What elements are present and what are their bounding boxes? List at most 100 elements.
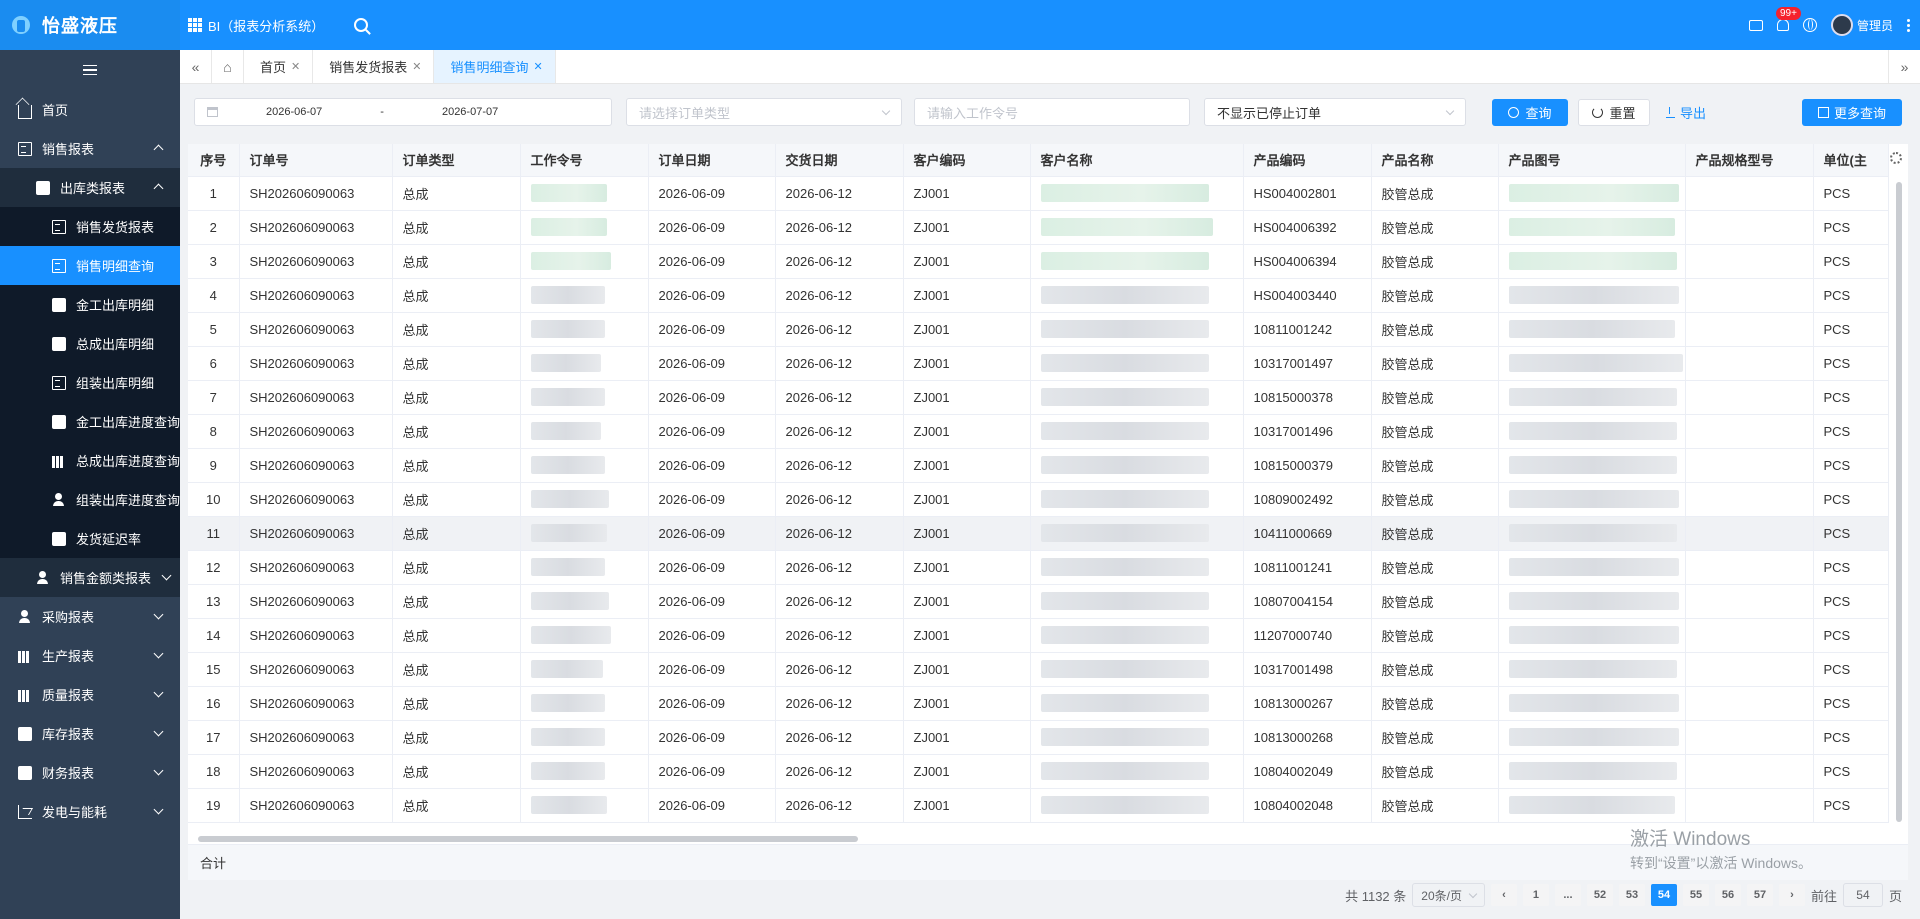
sidebar-item-sales-amount[interactable]: 销售金额类报表 <box>0 558 180 597</box>
vertical-scrollbar[interactable] <box>1896 182 1902 822</box>
table-row[interactable]: 19 SH202606090063 总成 2026-06-09 2026-06-12 ZJ… <box>188 788 1889 823</box>
table-row[interactable]: 8 SH202606090063 总成 2026-06-09 2026-06-12 ZJ0… <box>188 414 1889 449</box>
table-row[interactable]: 15 SH202606090063 总成 2026-06-09 2026-06-12 ZJ… <box>188 652 1889 687</box>
sidebar-item-metalwork-progress[interactable]: 金工出库进度查询 <box>0 402 180 441</box>
horizontal-scrollbar[interactable] <box>198 836 858 842</box>
search-icon[interactable] <box>354 18 369 32</box>
sidebar-item-home[interactable]: 首页 <box>0 90 180 129</box>
redacted-block <box>1040 320 1209 338</box>
bell-icon[interactable]: 99+ <box>1775 7 1801 31</box>
table-row[interactable]: 5 SH202606090063 总成 2026-06-09 2026-06-12 ZJ0… <box>188 312 1889 347</box>
sidebar-item-assembly-outbound[interactable]: 总成出库明细 <box>0 324 180 363</box>
page-button[interactable]: 57 <box>1746 884 1773 906</box>
column-header[interactable]: 产品编码 <box>1243 144 1372 177</box>
column-header[interactable]: 订单类型 <box>392 144 521 177</box>
table-row[interactable]: 17 SH202606090063 总成 2026-06-09 2026-06-12 ZJ… <box>188 720 1889 755</box>
column-header[interactable]: 单位(主 <box>1813 144 1889 177</box>
sidebar-collapse-button[interactable] <box>0 50 180 90</box>
sidebar-item-sales-reports[interactable]: 销售报表 <box>0 129 180 168</box>
column-header[interactable]: 产品名称 <box>1371 144 1499 177</box>
close-icon[interactable]: ✕ <box>412 60 421 73</box>
sidebar-item-sales-detail[interactable]: 销售明细查询 <box>0 246 180 285</box>
sidebar-item-build-outbound[interactable]: 组装出库明细 <box>0 363 180 402</box>
sidebar-item-assembly-progress[interactable]: 总成出库进度查询 <box>0 441 180 480</box>
column-header[interactable]: 产品规格型号 <box>1685 144 1814 177</box>
date-start[interactable]: 2026-06-07 <box>266 106 322 118</box>
reset-button[interactable]: 重置 <box>1578 99 1650 126</box>
product-drawing-redacted <box>1498 788 1686 823</box>
close-icon[interactable]: ✕ <box>533 60 542 73</box>
query-button[interactable]: 查询 <box>1492 99 1568 126</box>
page-button[interactable]: 55 <box>1682 884 1709 906</box>
table-row[interactable]: 7 SH202606090063 总成 2026-06-09 2026-06-12 ZJ0… <box>188 380 1889 415</box>
tab-home[interactable]: 首页 ✕ <box>244 50 314 83</box>
app-logo[interactable]: 怡盛液压 <box>0 0 180 50</box>
column-header[interactable]: 订单号 <box>239 144 393 177</box>
close-icon[interactable]: ✕ <box>291 60 300 73</box>
sidebar-item-sales-shipment[interactable]: 销售发货报表 <box>0 207 180 246</box>
column-header[interactable]: 产品图号 <box>1498 144 1686 177</box>
tabs-scroll-right-button[interactable]: » <box>1888 50 1920 83</box>
table-row[interactable]: 3 SH202606090063 总成 2026-06-09 2026-06-12 ZJ0… <box>188 244 1889 279</box>
stopped-orders-select[interactable]: 不显示已停止订单 <box>1204 98 1466 126</box>
prev-page-button[interactable]: ‹ <box>1490 884 1517 906</box>
column-header[interactable]: 交货日期 <box>775 144 904 177</box>
goto-page-input[interactable]: 54 <box>1842 883 1883 907</box>
table-row[interactable]: 18 SH202606090063 总成 2026-06-09 2026-06-12 ZJ… <box>188 754 1889 789</box>
tab-sales-shipment[interactable]: 销售发货报表 ✕ <box>313 50 435 83</box>
table-row[interactable]: 14 SH202606090063 总成 2026-06-09 2026-06-12 ZJ… <box>188 618 1889 653</box>
message-icon[interactable] <box>1748 19 1763 31</box>
page-button[interactable]: 53 <box>1618 884 1645 906</box>
sidebar-item-metalwork-outbound[interactable]: 金工出库明细 <box>0 285 180 324</box>
sidebar-item-power[interactable]: 发电与能耗 <box>0 792 180 831</box>
date-range-picker[interactable]: 2026-06-07 - 2026-07-07 <box>194 98 612 126</box>
next-page-button[interactable]: › <box>1778 884 1805 906</box>
sidebar-item-delay-rate[interactable]: 发货延迟率 <box>0 519 180 558</box>
system-switcher[interactable]: BI（报表分析系统） <box>188 16 324 35</box>
column-header[interactable]: 订单日期 <box>648 144 776 177</box>
sidebar-item-build-progress[interactable]: 组装出库进度查询 <box>0 480 180 519</box>
more-vertical-icon[interactable] <box>1907 18 1910 32</box>
table-row[interactable]: 1 SH202606090063 总成 2026-06-09 2026-06-12 ZJ0… <box>188 176 1889 211</box>
order-number: SH202606090063 <box>239 176 393 211</box>
column-header[interactable]: 客户名称 <box>1030 144 1244 177</box>
column-header[interactable]: 客户编码 <box>903 144 1031 177</box>
sidebar-item-production[interactable]: 生产报表 <box>0 636 180 675</box>
more-query-button[interactable]: 更多查询 <box>1802 99 1902 126</box>
page-size-select[interactable]: 20条/页 <box>1412 883 1485 907</box>
column-settings-gear-icon[interactable] <box>1890 152 1902 164</box>
avatar[interactable] <box>1830 14 1853 36</box>
sidebar-item-purchase[interactable]: 采购报表 <box>0 597 180 636</box>
table-row[interactable]: 6 SH202606090063 总成 2026-06-09 2026-06-12 ZJ0… <box>188 346 1889 381</box>
redacted-block <box>1040 252 1209 270</box>
table-row[interactable]: 9 SH202606090063 总成 2026-06-09 2026-06-12 ZJ0… <box>188 448 1889 483</box>
page-button[interactable]: 52 <box>1586 884 1613 906</box>
column-header[interactable]: 序号 <box>188 144 240 177</box>
page-button[interactable]: 1 <box>1522 884 1549 906</box>
language-icon[interactable] <box>1802 18 1817 32</box>
table-row[interactable]: 12 SH202606090063 总成 2026-06-09 2026-06-12 ZJ… <box>188 550 1889 585</box>
table-row[interactable]: 16 SH202606090063 总成 2026-06-09 2026-06-12 ZJ… <box>188 686 1889 721</box>
page-button[interactable]: 54 <box>1650 884 1677 906</box>
page-button[interactable]: ... <box>1554 884 1581 906</box>
redacted-block <box>1040 490 1209 508</box>
tab-home-icon-button[interactable]: ⌂ <box>212 50 244 83</box>
table-row[interactable]: 10 SH202606090063 总成 2026-06-09 2026-06-12 ZJ… <box>188 482 1889 517</box>
sidebar-item-inventory[interactable]: 库存报表 <box>0 714 180 753</box>
table-row[interactable]: 4 SH202606090063 总成 2026-06-09 2026-06-12 ZJ0… <box>188 278 1889 313</box>
tab-sales-detail[interactable]: 销售明细查询 ✕ <box>434 50 556 83</box>
export-button[interactable]: 导出 <box>1660 99 1712 126</box>
table-row[interactable]: 11 SH202606090063 总成 2026-06-09 2026-06-12 ZJ… <box>188 516 1889 551</box>
table-row[interactable]: 2 SH202606090063 总成 2026-06-09 2026-06-12 ZJ0… <box>188 210 1889 245</box>
order-type-select[interactable]: 请选择订单类型 <box>626 98 902 126</box>
sidebar-item-outbound-reports[interactable]: 出库类报表 <box>0 168 180 207</box>
date-end[interactable]: 2026-07-07 <box>442 106 498 118</box>
user-name[interactable]: 管理员 <box>1857 17 1893 34</box>
column-header[interactable]: 工作令号 <box>520 144 649 177</box>
sidebar-item-quality[interactable]: 质量报表 <box>0 675 180 714</box>
work-order-input[interactable]: 请输入工作令号 <box>914 98 1190 126</box>
sidebar-item-finance[interactable]: 财务报表 <box>0 753 180 792</box>
tabs-scroll-left-button[interactable]: « <box>180 50 212 83</box>
table-row[interactable]: 13 SH202606090063 总成 2026-06-09 2026-06-12 ZJ… <box>188 584 1889 619</box>
page-button[interactable]: 56 <box>1714 884 1741 906</box>
